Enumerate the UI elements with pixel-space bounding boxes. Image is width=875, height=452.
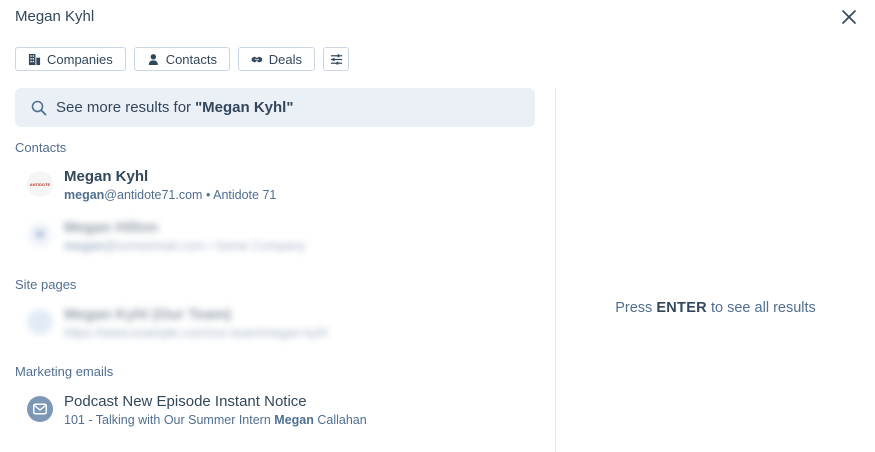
site-page-result[interactable]: Megan Kyhl (Our Team) https://www.exampl… bbox=[27, 306, 327, 341]
site-page-title: Megan Kyhl (Our Team) bbox=[64, 306, 232, 323]
contact-avatar bbox=[27, 222, 53, 248]
site-page-url: https://www.example.com/our-team/megan-k… bbox=[64, 326, 328, 340]
contact-result-megan-kyhl[interactable]: ANTIDOTE Megan Kyhl megan@antidote71.com… bbox=[27, 168, 276, 203]
company-logo-avatar: ANTIDOTE bbox=[27, 171, 53, 197]
filter-deals-label: Deals bbox=[268, 51, 302, 67]
enter-hint-prefix: Press bbox=[615, 300, 653, 316]
filter-deals-button[interactable]: Deals bbox=[238, 47, 315, 71]
handshake-icon bbox=[251, 56, 263, 62]
site-page-icon bbox=[27, 309, 53, 335]
enter-hint-suffix: to see all results bbox=[711, 300, 816, 316]
contact-email-match: megan bbox=[64, 188, 105, 202]
email-avatar bbox=[27, 396, 53, 422]
email-subtitle-match: Megan bbox=[274, 413, 314, 427]
filter-companies-button[interactable]: Companies bbox=[15, 47, 126, 71]
enter-key-label: ENTER bbox=[656, 300, 707, 316]
see-more-results-button[interactable]: See more results for "Megan Kyhl" bbox=[15, 88, 535, 127]
company-logo-icon bbox=[35, 231, 45, 240]
contact-company: Some Company bbox=[215, 239, 306, 253]
contact-result-blurred[interactable]: Megan Hilton megan@someemail.com • Some … bbox=[27, 219, 305, 254]
filter-companies-label: Companies bbox=[47, 51, 113, 67]
email-result[interactable]: Podcast New Episode Instant Notice 101 -… bbox=[27, 393, 367, 428]
filter-contacts-button[interactable]: Contacts bbox=[134, 47, 230, 71]
search-icon bbox=[31, 100, 47, 115]
avatar-logo-text: ANTIDOTE bbox=[29, 181, 51, 187]
close-icon bbox=[842, 10, 856, 24]
search-query-title[interactable]: Megan Kyhl bbox=[15, 8, 94, 25]
see-more-prefix: See more results for bbox=[56, 99, 192, 116]
contact-email-domain: @someemail.com bbox=[104, 239, 205, 253]
email-title: Podcast New Episode Instant Notice bbox=[64, 393, 307, 410]
filter-contacts-label: Contacts bbox=[165, 51, 217, 67]
contact-details: megan@antidote71.com • Antidote 71 bbox=[64, 188, 277, 202]
email-subtitle: 101 - Talking with Our Summer Intern Meg… bbox=[64, 412, 367, 428]
email-subtitle-prefix: 101 - Talking with Our Summer Intern bbox=[64, 413, 271, 427]
filter-bar: Companies Contacts Deals bbox=[15, 47, 349, 71]
filter-settings-button[interactable] bbox=[323, 47, 349, 71]
sliders-icon bbox=[330, 53, 342, 65]
section-site-pages-label: Site pages bbox=[15, 277, 77, 292]
contact-name: Megan Kyhl bbox=[64, 168, 149, 185]
building-icon bbox=[28, 53, 41, 65]
envelope-icon bbox=[33, 403, 47, 415]
enter-hint: Press ENTER to see all results bbox=[556, 300, 875, 316]
contact-name: Megan Hilton bbox=[64, 219, 159, 236]
email-subtitle-suffix: Callahan bbox=[317, 413, 367, 427]
contact-company: Antidote 71 bbox=[213, 188, 277, 202]
see-more-query: "Megan Kyhl" bbox=[195, 99, 294, 116]
pane-divider bbox=[555, 88, 556, 452]
person-icon bbox=[148, 53, 158, 65]
contact-details: megan@someemail.com • Some Company bbox=[64, 239, 306, 253]
section-contacts-label: Contacts bbox=[15, 140, 67, 155]
contact-email-match: megan bbox=[64, 239, 105, 253]
close-button[interactable] bbox=[838, 6, 860, 28]
contact-email-domain: @antidote71.com bbox=[104, 188, 203, 202]
section-marketing-emails-label: Marketing emails bbox=[15, 364, 114, 379]
